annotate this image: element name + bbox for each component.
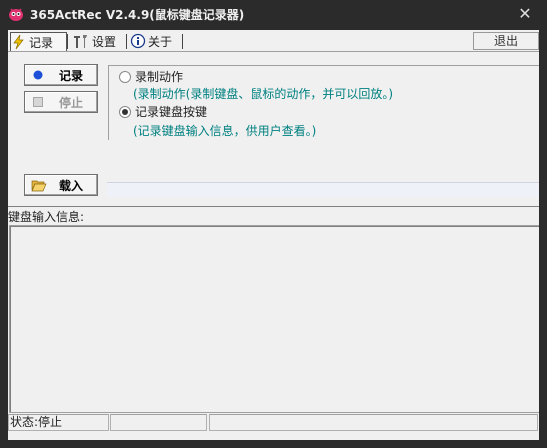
close-button[interactable]: ✕ [515, 4, 535, 24]
app-window: 365ActRec V2.4.9(鼠标键盘记录器) ✕ 记录 设置 关于 退出 … [0, 0, 547, 448]
client-area: 记录 设置 关于 退出 记录 停止 录制动作 (录制动作(录制键盘、鼠标的动作，… [8, 30, 539, 440]
record-action-label[interactable]: 录制动作 [135, 68, 183, 85]
load-button[interactable]: 载入 [24, 174, 98, 196]
toolbar-separator [67, 34, 68, 49]
bottom-strip [8, 431, 539, 440]
toolbar-separator [182, 34, 183, 49]
toolbar-separator [126, 34, 127, 49]
record-dot-icon [33, 70, 43, 80]
radio-record-action[interactable] [119, 71, 131, 83]
mode-options-panel: 录制动作 (录制动作(录制键盘、鼠标的动作，并可以回放。) 记录键盘按键 (记录… [108, 65, 539, 140]
tools-icon [74, 35, 87, 48]
title-bar: 365ActRec V2.4.9(鼠标键盘记录器) ✕ [0, 0, 547, 28]
tab-about[interactable]: 关于 [130, 32, 182, 50]
folder-open-icon [31, 180, 47, 192]
info-icon [130, 33, 146, 49]
record-keys-description: (记录键盘输入信息，供用户查看。) [133, 124, 317, 138]
toolbar: 记录 设置 关于 退出 [8, 30, 539, 52]
record-action-description: (录制动作(录制键盘、鼠标的动作，并可以回放。) [133, 87, 394, 101]
stop-square-icon [33, 97, 43, 107]
tab-record[interactable]: 记录 [10, 32, 67, 52]
tab-about-label: 关于 [148, 34, 173, 49]
tab-record-label: 记录 [29, 35, 54, 50]
status-cell-2 [110, 414, 207, 431]
window-title: 365ActRec V2.4.9(鼠标键盘记录器) [30, 8, 245, 22]
record-button-label: 记录 [59, 69, 84, 83]
status-text: 状态:停止 [8, 414, 109, 431]
exit-button[interactable]: 退出 [473, 32, 539, 50]
app-logo-icon [9, 8, 23, 21]
close-icon: ✕ [518, 4, 532, 23]
keyboard-log-textarea[interactable] [9, 225, 539, 413]
stop-button[interactable]: 停止 [24, 91, 98, 113]
lightning-icon [13, 34, 24, 50]
tab-settings-label: 设置 [92, 34, 117, 49]
load-button-label: 载入 [59, 179, 84, 193]
record-button[interactable]: 记录 [24, 64, 98, 86]
status-cell-3 [209, 414, 538, 431]
status-bar: 状态:停止 [8, 414, 539, 431]
tab-settings[interactable]: 设置 [72, 32, 124, 50]
section-divider [8, 206, 539, 207]
toolbar-divider [8, 51, 539, 52]
file-path-field [107, 182, 539, 197]
radio-record-keys[interactable] [119, 106, 131, 118]
record-keys-label[interactable]: 记录键盘按键 [135, 103, 207, 120]
stop-button-label: 停止 [59, 96, 84, 110]
keyboard-log-label: 键盘输入信息: [8, 210, 85, 224]
